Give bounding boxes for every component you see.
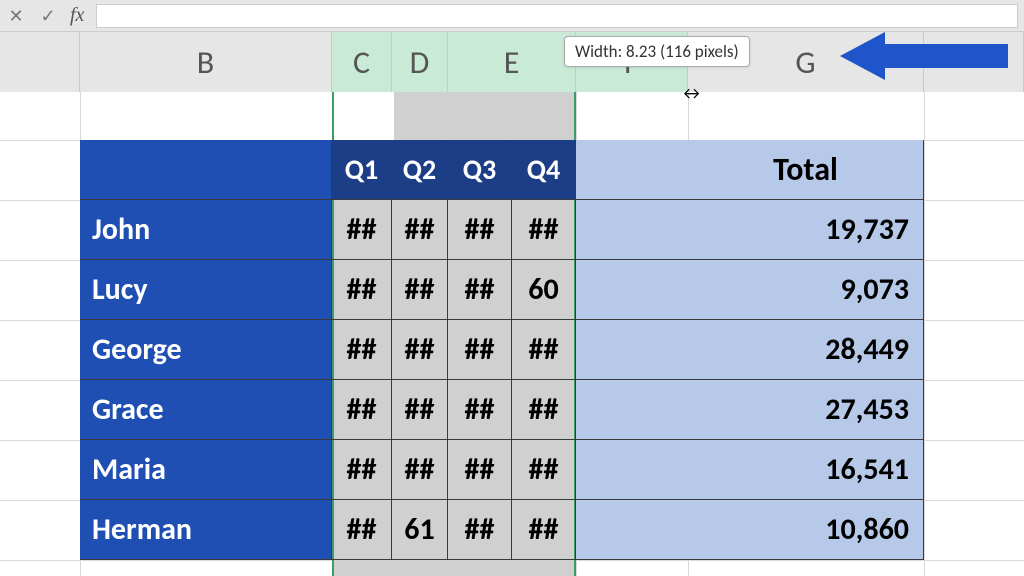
cells-area: Q1 Q2 Q3 Q4 Total John ## ## ## ## 19,73… xyxy=(0,92,1024,576)
q-cell[interactable]: ## xyxy=(512,320,576,380)
q4-header[interactable]: Q4 xyxy=(512,140,576,200)
total-header[interactable]: Total xyxy=(688,140,924,200)
q-cell[interactable]: ## xyxy=(448,440,512,500)
q-cell[interactable]: ## xyxy=(448,500,512,560)
q-cell[interactable]: ## xyxy=(332,500,392,560)
spacer-cell[interactable] xyxy=(576,260,688,320)
q-cell[interactable]: ## xyxy=(512,380,576,440)
formula-input[interactable] xyxy=(96,4,1018,28)
q-cell[interactable]: ## xyxy=(332,200,392,260)
spacer-cell[interactable] xyxy=(576,380,688,440)
column-width-tooltip: Width: 8.23 (116 pixels) xyxy=(564,36,750,67)
q-cell[interactable]: ## xyxy=(392,260,448,320)
total-cell[interactable]: 28,449 xyxy=(688,320,924,380)
q-cell[interactable]: ## xyxy=(332,260,392,320)
q-cell[interactable]: ## xyxy=(392,200,448,260)
name-cell[interactable]: Grace xyxy=(80,380,332,440)
q2-header[interactable]: Q2 xyxy=(392,140,448,200)
q-cell[interactable]: ## xyxy=(512,440,576,500)
q-cell[interactable]: ## xyxy=(392,440,448,500)
q-cell[interactable]: ## xyxy=(512,200,576,260)
active-cell[interactable] xyxy=(334,92,394,140)
spacer-cell[interactable] xyxy=(576,200,688,260)
q-cell[interactable]: 61 xyxy=(392,500,448,560)
q-cell[interactable]: ## xyxy=(512,500,576,560)
col-header-c[interactable]: C xyxy=(332,32,392,92)
name-cell[interactable]: Lucy xyxy=(80,260,332,320)
col-header-e[interactable]: E xyxy=(448,32,576,92)
total-cell[interactable]: 16,541 xyxy=(688,440,924,500)
q-cell[interactable]: ## xyxy=(392,380,448,440)
total-cell[interactable]: 27,453 xyxy=(688,380,924,440)
spacer-cell[interactable] xyxy=(576,320,688,380)
q-cell[interactable]: ## xyxy=(448,260,512,320)
total-cell[interactable]: 10,860 xyxy=(688,500,924,560)
cancel-icon[interactable]: ✕ xyxy=(0,0,32,31)
name-cell[interactable]: John xyxy=(80,200,332,260)
name-cell[interactable]: George xyxy=(80,320,332,380)
q-cell[interactable]: ## xyxy=(448,380,512,440)
accept-icon[interactable]: ✓ xyxy=(32,0,64,31)
spreadsheet-grid: B C D E F G Q1 Q2 Q3 Q4 xyxy=(0,32,1024,576)
table-name-header[interactable] xyxy=(80,140,332,200)
q-cell[interactable]: 60 xyxy=(512,260,576,320)
q-cell[interactable]: ## xyxy=(332,320,392,380)
annotation-arrow-icon xyxy=(840,26,1010,86)
col-header-a-edge[interactable] xyxy=(0,32,80,92)
col-header-d[interactable]: D xyxy=(392,32,448,92)
q-cell[interactable]: ## xyxy=(332,440,392,500)
name-cell[interactable]: Herman xyxy=(80,500,332,560)
q-cell[interactable]: ## xyxy=(448,200,512,260)
spacer-header[interactable] xyxy=(576,140,688,200)
spacer-cell[interactable] xyxy=(576,440,688,500)
fx-icon[interactable]: fx xyxy=(64,4,90,27)
q1-header[interactable]: Q1 xyxy=(332,140,392,200)
q-cell[interactable]: ## xyxy=(448,320,512,380)
total-cell[interactable]: 19,737 xyxy=(688,200,924,260)
q3-header[interactable]: Q3 xyxy=(448,140,512,200)
q-cell[interactable]: ## xyxy=(392,320,448,380)
col-header-b[interactable]: B xyxy=(80,32,332,92)
total-cell[interactable]: 9,073 xyxy=(688,260,924,320)
q-cell[interactable]: ## xyxy=(332,380,392,440)
spacer-cell[interactable] xyxy=(576,500,688,560)
name-cell[interactable]: Maria xyxy=(80,440,332,500)
